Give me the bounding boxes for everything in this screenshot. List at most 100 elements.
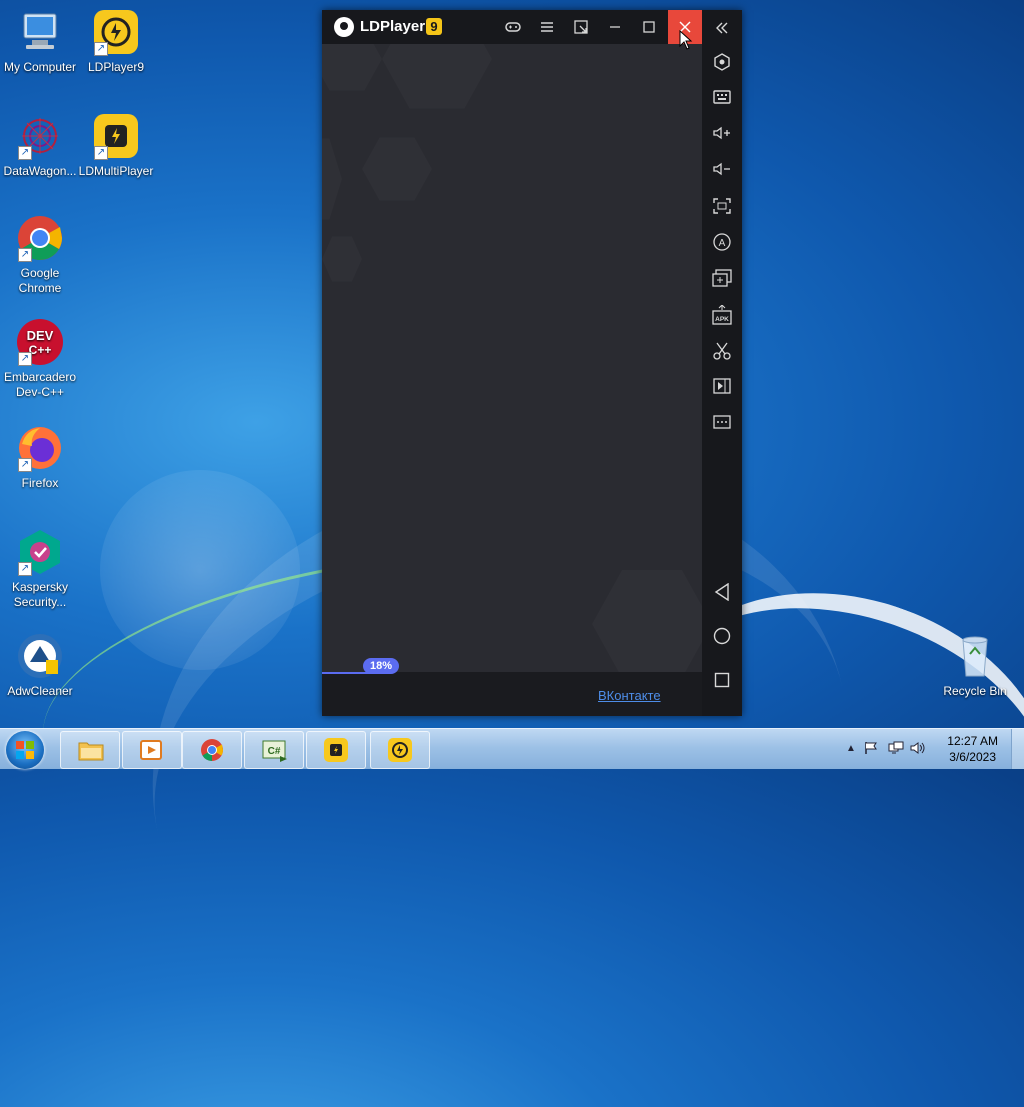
vk-link[interactable]: ВКонтакте xyxy=(598,688,661,703)
settings-icon[interactable] xyxy=(702,47,742,77)
background-hexagon xyxy=(592,570,702,672)
background-hexagon xyxy=(322,138,342,220)
desktop-icon-my-computer[interactable]: My Computer xyxy=(0,8,80,75)
loading-progress-label: 18% xyxy=(363,658,399,674)
svg-text:DEV: DEV xyxy=(27,328,54,343)
clock-time: 12:27 AM xyxy=(947,734,998,748)
desktop-icon-label: Kaspersky Security... xyxy=(11,580,69,609)
collapse-sidebar-icon[interactable] xyxy=(702,13,742,43)
adwcleaner-icon xyxy=(16,632,64,680)
menu-icon[interactable] xyxy=(530,10,564,44)
taskbar-csharp[interactable]: C# xyxy=(244,731,304,769)
fullscreen-icon[interactable] xyxy=(564,10,598,44)
taskbar-explorer[interactable] xyxy=(60,731,120,769)
clock[interactable]: 12:27 AM 3/6/2023 xyxy=(947,733,998,765)
folder-icon xyxy=(78,738,104,762)
emulator-screen[interactable] xyxy=(322,44,702,672)
background-hexagon xyxy=(322,44,382,91)
volume-icon[interactable] xyxy=(910,741,926,758)
taskbar-media-player[interactable] xyxy=(122,731,182,769)
taskbar-chrome[interactable] xyxy=(182,731,242,769)
desktop-icon-dev-cpp[interactable]: DEV C++ ↗ Embarcadero Dev-C++ xyxy=(0,318,80,400)
shortcut-arrow-icon: ↗ xyxy=(18,458,32,472)
scissors-icon[interactable] xyxy=(702,336,742,366)
shortcut-arrow-icon: ↗ xyxy=(18,146,32,160)
svg-text:A: A xyxy=(719,238,726,249)
record-icon[interactable] xyxy=(702,371,742,401)
shortcut-arrow-icon: ↗ xyxy=(18,562,32,576)
desktop-icon-label: LDPlayer9 xyxy=(87,60,145,74)
install-apk-icon[interactable]: APK xyxy=(702,300,742,330)
home-icon[interactable] xyxy=(702,621,742,651)
version-badge: 9 xyxy=(426,18,442,35)
recycle-bin-icon xyxy=(951,632,999,680)
taskbar-ldmultiplayer[interactable] xyxy=(306,731,366,769)
ldplayer-icon: ↗ xyxy=(92,8,140,56)
desktop-icon-label: LDMultiPlayer xyxy=(78,164,154,178)
windows-logo-icon xyxy=(16,741,34,759)
keyboard-icon[interactable] xyxy=(702,82,742,112)
background-hexagon xyxy=(362,137,432,201)
background-hexagon xyxy=(382,44,492,109)
minimize-icon[interactable] xyxy=(598,10,632,44)
desktop-icon-label: Recycle Bin xyxy=(943,684,1007,698)
datawagon-icon: ↗ xyxy=(16,112,64,160)
shortcut-arrow-icon: ↗ xyxy=(18,352,32,366)
ldplayer-logo-icon xyxy=(334,17,354,37)
auto-rotate-icon[interactable]: A xyxy=(702,227,742,257)
mouse-cursor-icon xyxy=(679,29,693,55)
desktop-icon-label: Embarcadero Dev-C++ xyxy=(3,370,77,399)
ldplayer-titlebar[interactable]: LDPlayer 9 xyxy=(322,10,702,44)
svg-text:C#: C# xyxy=(268,746,281,757)
desktop-icon-google-chrome[interactable]: ↗ Google Chrome xyxy=(0,214,80,296)
desktop-icon-label: Google Chrome xyxy=(18,266,62,295)
computer-icon xyxy=(16,8,64,56)
desktop-icon-adwcleaner[interactable]: AdwCleaner xyxy=(0,632,80,699)
ldplayer-window: LDPlayer 9 18% ВКонтакте A APK xyxy=(322,10,742,716)
desktop-icon-kaspersky[interactable]: ↗ Kaspersky Security... xyxy=(0,528,80,610)
desktop-icon-label: DataWagon... xyxy=(3,164,77,178)
screenshot-icon[interactable] xyxy=(702,191,742,221)
start-button[interactable] xyxy=(6,731,44,769)
svg-text:C++: C++ xyxy=(29,343,52,357)
maximize-icon[interactable] xyxy=(632,10,666,44)
add-instance-icon[interactable] xyxy=(702,263,742,293)
desktop-icon-firefox[interactable]: ↗ Firefox xyxy=(0,424,80,491)
show-desktop-button[interactable] xyxy=(1011,729,1024,769)
shortcut-arrow-icon: ↗ xyxy=(18,248,32,262)
ldmultiplayer-icon: ↗ xyxy=(92,112,140,160)
desktop-icon-label: My Computer xyxy=(3,60,77,74)
window-title: LDPlayer xyxy=(360,18,426,35)
network-icon[interactable] xyxy=(888,741,904,758)
kaspersky-icon: ↗ xyxy=(16,528,64,576)
system-tray: ▲ 12:27 AM 3/6/2023 xyxy=(834,729,1024,769)
shortcut-arrow-icon: ↗ xyxy=(94,146,108,160)
desktop-icon-label: Firefox xyxy=(21,476,59,490)
volume-down-icon[interactable] xyxy=(702,154,742,184)
desktop-icon-ldmultiplayer[interactable]: ↗ LDMultiPlayer xyxy=(76,112,156,179)
csharp-icon: C# xyxy=(262,738,287,762)
ldplayer-sidebar: A APK xyxy=(702,10,742,716)
firefox-icon: ↗ xyxy=(16,424,64,472)
chrome-icon: ↗ xyxy=(16,214,64,262)
ldmultiplayer-icon xyxy=(324,738,348,762)
desktop-icon-datawagon[interactable]: ↗ DataWagon... xyxy=(0,112,80,179)
desktop-icon-recycle-bin[interactable]: Recycle Bin xyxy=(935,632,1015,699)
more-icon[interactable] xyxy=(702,407,742,437)
taskbar-ldplayer[interactable] xyxy=(370,731,430,769)
shortcut-arrow-icon: ↗ xyxy=(94,42,108,56)
ldplayer-icon xyxy=(388,738,412,762)
volume-up-icon[interactable] xyxy=(702,118,742,148)
media-player-icon xyxy=(140,738,164,762)
gamepad-icon[interactable] xyxy=(496,10,530,44)
desktop-icon-ldplayer9[interactable]: ↗ LDPlayer9 xyxy=(76,8,156,75)
desktop-icon-label: AdwCleaner xyxy=(7,684,73,698)
chrome-icon xyxy=(200,738,224,762)
dev-cpp-icon: DEV C++ ↗ xyxy=(16,318,64,366)
action-center-flag-icon[interactable] xyxy=(864,741,878,758)
background-hexagon xyxy=(322,236,362,282)
show-hidden-icons-icon[interactable]: ▲ xyxy=(846,743,856,754)
back-icon[interactable] xyxy=(702,577,742,607)
taskbar: C# ▲ 12:27 AM 3/6/2023 xyxy=(0,728,1024,769)
recents-icon[interactable] xyxy=(702,665,742,695)
